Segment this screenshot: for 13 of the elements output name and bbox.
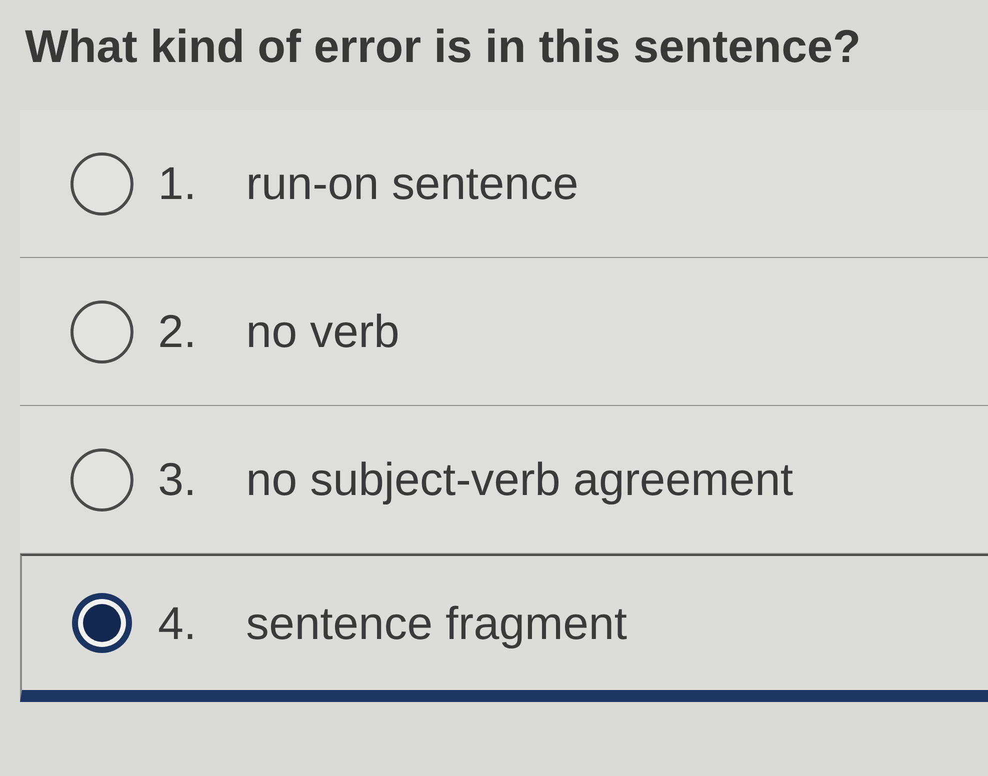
option-label: no verb: [246, 304, 400, 359]
question-text: What kind of error is in this sentence?: [25, 19, 861, 74]
radio-button-icon[interactable]: [70, 300, 134, 364]
radio-button-selected-icon[interactable]: [70, 591, 134, 655]
radio-button-icon[interactable]: [70, 448, 134, 512]
option-label: no subject-verb agreement: [246, 452, 794, 507]
option-label: run-on sentence: [246, 156, 578, 211]
option-number: 2.: [158, 304, 198, 359]
option-number: 1.: [158, 156, 198, 211]
radio-button-icon[interactable]: [70, 152, 134, 216]
option-number: 4.: [158, 596, 198, 650]
option-label: sentence fragment: [246, 596, 628, 650]
option-number: 3.: [158, 452, 198, 507]
